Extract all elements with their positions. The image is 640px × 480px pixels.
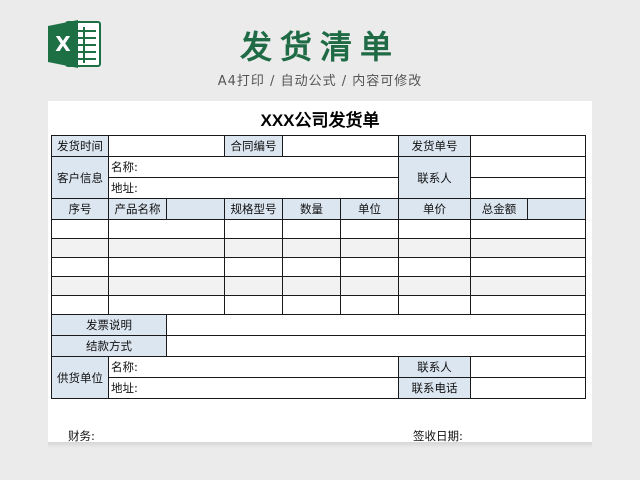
supplier-address-field[interactable]: 地址:: [108, 377, 399, 399]
table-cell[interactable]: [398, 219, 471, 239]
table-cell[interactable]: [108, 238, 225, 258]
document-title: XXX公司发货单: [260, 111, 380, 130]
shipping-table: 发货时间 合同编号 发货单号 客户信息 名称: 联系人 地址: 序号 产品名称 …: [51, 135, 586, 399]
row-customer-addr: 地址:: [52, 177, 586, 199]
col-header-product: 产品名称: [108, 198, 167, 220]
table-cell[interactable]: [340, 276, 399, 296]
row-invoice: 发票说明: [51, 314, 586, 336]
table-cell[interactable]: [282, 219, 341, 239]
row-payment: 结款方式: [51, 335, 586, 357]
table-cell[interactable]: [51, 276, 109, 296]
supplier-phone-value[interactable]: [470, 377, 586, 399]
paper-shadow: [48, 442, 592, 448]
supplier-phone-label: 联系电话: [398, 377, 471, 399]
table-cell[interactable]: [224, 238, 283, 258]
row-ship-info: 发货时间 合同编号 发货单号: [51, 135, 586, 157]
table-row: [51, 257, 586, 277]
customer-address-field[interactable]: 地址:: [108, 177, 399, 199]
invoice-label: 发票说明: [51, 314, 167, 336]
table-cell[interactable]: [398, 238, 471, 258]
table-row: [51, 238, 586, 258]
table-cell[interactable]: [108, 257, 225, 277]
table-cell[interactable]: [340, 295, 399, 315]
col-header-index: 序号: [51, 198, 109, 220]
table-cell[interactable]: [51, 219, 109, 239]
page-title: 发货清单: [239, 28, 400, 66]
table-cell[interactable]: [108, 276, 225, 296]
table-cell[interactable]: [470, 276, 586, 296]
table-row: [51, 276, 586, 296]
customer-contact-value-2[interactable]: [470, 177, 586, 199]
supplier-contact-value[interactable]: [470, 356, 586, 378]
supplier-label: 供货单位: [51, 356, 109, 399]
table-cell[interactable]: [470, 219, 586, 239]
invoice-sheet: XXX公司发货单 发货时间 合同编号 发货单号 客户信息 名称: 联系人 地址:…: [48, 101, 592, 442]
invoice-value[interactable]: [166, 314, 586, 336]
table-cell[interactable]: [224, 257, 283, 277]
row-supplier-addr: 地址: 联系电话: [52, 377, 586, 399]
table-cell[interactable]: [224, 295, 283, 315]
col-header-unit: 单位: [340, 198, 399, 220]
table-cell[interactable]: [51, 257, 109, 277]
table-row: [51, 219, 586, 239]
page-header: X 发货清单 A4打印 / 自动公式 / 内容可修改: [0, 0, 640, 100]
table-cell[interactable]: [340, 257, 399, 277]
table-row: [51, 295, 586, 315]
table-cell[interactable]: [282, 238, 341, 258]
table-cell[interactable]: [282, 295, 341, 315]
supplier-contact-label: 联系人: [398, 356, 471, 378]
row-column-headers: 序号 产品名称 规格型号 数量 单位 单价 总金额: [51, 198, 586, 220]
col-header-spacer-2: [527, 198, 586, 220]
row-supplier-name: 供货单位 名称: 联系人: [51, 356, 586, 399]
contract-no-value[interactable]: [282, 135, 399, 157]
table-cell[interactable]: [108, 219, 225, 239]
col-header-spacer: [166, 198, 225, 220]
row-customer-name: 客户信息 名称: 联系人: [51, 156, 586, 199]
table-cell[interactable]: [398, 276, 471, 296]
ship-no-label: 发货单号: [398, 135, 471, 157]
table-cell[interactable]: [398, 295, 471, 315]
supplier-name-field[interactable]: 名称:: [108, 356, 399, 378]
ship-time-label: 发货时间: [51, 135, 109, 157]
table-cell[interactable]: [282, 257, 341, 277]
ship-no-value[interactable]: [470, 135, 586, 157]
payment-value[interactable]: [166, 335, 586, 357]
table-cell[interactable]: [470, 295, 586, 315]
customer-name-field[interactable]: 名称:: [108, 156, 399, 178]
contract-no-label: 合同编号: [224, 135, 283, 157]
table-cell[interactable]: [282, 276, 341, 296]
ship-time-value[interactable]: [108, 135, 225, 157]
table-cell[interactable]: [470, 238, 586, 258]
col-header-total: 总金额: [470, 198, 528, 220]
table-cell[interactable]: [51, 238, 109, 258]
table-cell[interactable]: [224, 276, 283, 296]
payment-label: 结款方式: [51, 335, 167, 357]
table-cell[interactable]: [51, 295, 109, 315]
customer-contact-label: 联系人: [398, 156, 471, 199]
customer-contact-value[interactable]: [470, 156, 586, 178]
customer-info-label: 客户信息: [51, 156, 109, 199]
col-header-qty: 数量: [282, 198, 341, 220]
page-subtitle: A4打印 / 自动公式 / 内容可修改: [217, 74, 423, 89]
table-cell[interactable]: [470, 257, 586, 277]
table-cell[interactable]: [224, 219, 283, 239]
table-cell[interactable]: [108, 295, 225, 315]
table-cell[interactable]: [340, 219, 399, 239]
col-header-price: 单价: [398, 198, 471, 220]
table-cell[interactable]: [340, 238, 399, 258]
table-cell[interactable]: [398, 257, 471, 277]
col-header-spec: 规格型号: [224, 198, 283, 220]
